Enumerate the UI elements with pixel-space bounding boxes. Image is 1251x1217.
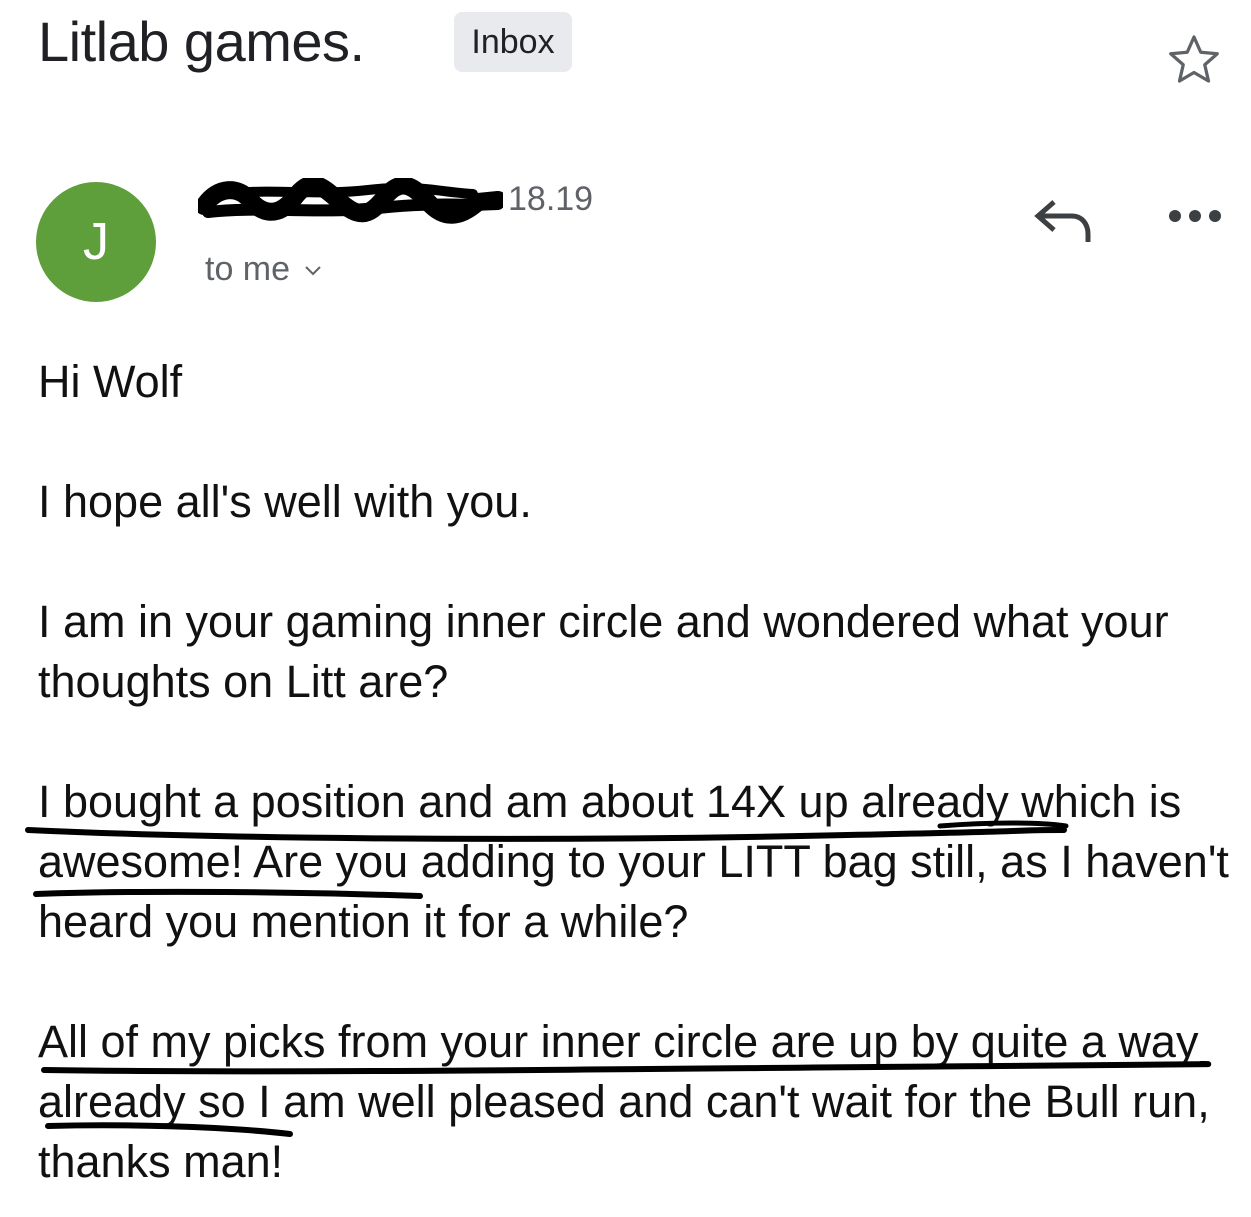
redaction-scribble bbox=[198, 178, 503, 224]
chevron-down-icon bbox=[305, 266, 321, 276]
sender-avatar[interactable]: J bbox=[36, 182, 156, 302]
recipients-label: to me bbox=[205, 250, 291, 288]
body-paragraph-2: I am in your gaming inner circle and won… bbox=[38, 596, 1169, 707]
reply-icon[interactable] bbox=[1032, 194, 1094, 246]
email-time: 18.19 bbox=[508, 180, 594, 218]
more-options-icon[interactable] bbox=[1166, 200, 1224, 232]
star-icon[interactable] bbox=[1164, 30, 1224, 90]
body-paragraph-4: All of my picks from your inner circle a… bbox=[38, 1016, 1210, 1187]
body-paragraph-1: I hope all's well with you. bbox=[38, 476, 532, 527]
email-subject: Litlab games. bbox=[38, 10, 365, 73]
body-paragraph-greeting: Hi Wolf bbox=[38, 356, 183, 407]
sender-name-redacted[interactable] bbox=[198, 178, 503, 226]
email-body: Hi Wolf I hope all's well with you. I am… bbox=[38, 352, 1238, 1192]
inbox-label-chip[interactable]: Inbox bbox=[454, 12, 572, 72]
body-paragraph-3: I bought a position and am about 14X up … bbox=[38, 776, 1229, 947]
recipients-toggle[interactable]: to me bbox=[205, 250, 322, 289]
